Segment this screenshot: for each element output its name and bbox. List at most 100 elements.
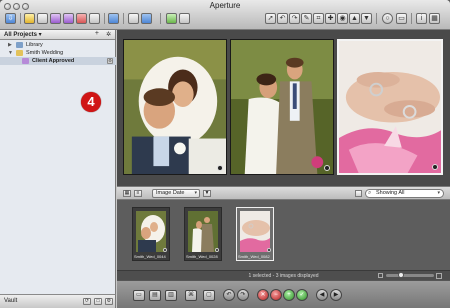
straighten-icon[interactable]: ✎	[301, 13, 312, 24]
tree-item-smith-wedding[interactable]: ▼ Smith Wedding	[0, 49, 116, 57]
show-browser-icon[interactable]: ▤	[149, 290, 161, 301]
browser-toolbar: ▦ ≡ Image Date ▾ ▼ ⌕ Showing All ▾	[117, 186, 450, 200]
zoom-in-icon[interactable]	[436, 273, 442, 279]
couple-photo-1	[124, 40, 226, 174]
red-eye-icon[interactable]: ◉	[337, 13, 348, 24]
callout-number-badge: 4	[81, 92, 101, 112]
compare-icon[interactable]	[128, 13, 139, 24]
viewer	[117, 30, 450, 186]
stack-icon[interactable]	[108, 13, 119, 24]
select-icon[interactable]: ✓	[296, 289, 308, 301]
couple-photo-2	[231, 40, 333, 174]
filter-icon[interactable]	[355, 190, 362, 197]
rotate-left-icon[interactable]: ↶	[223, 289, 235, 301]
disclosure-triangle-open-icon[interactable]: ▼	[8, 49, 13, 57]
search-icon: ⌕	[368, 190, 372, 196]
rotate-right-icon[interactable]: ↷	[289, 13, 300, 24]
list-view-icon[interactable]: ≡	[134, 190, 142, 197]
sort-ascending-icon[interactable]: ▼	[203, 190, 211, 197]
image-badge-icon	[267, 248, 271, 252]
sort-select[interactable]: Image Date ▾	[152, 189, 200, 198]
increase-rating-icon[interactable]: +	[283, 289, 295, 301]
import-icon[interactable]: ⇩	[5, 13, 16, 24]
search-select[interactable]: ⌕ Showing All ▾	[365, 189, 444, 198]
thumbnail-image	[136, 211, 166, 252]
show-viewer-icon[interactable]: ▭	[133, 290, 145, 301]
viewer-image-2[interactable]	[230, 39, 334, 175]
thumbnail-caption: Smith_Wed_0044	[134, 254, 166, 259]
tree-item-label: Smith Wedding	[26, 50, 64, 56]
thumbnail[interactable]: Smith_Wed_0028	[184, 207, 222, 261]
previous-image-icon[interactable]: ◀	[316, 289, 328, 301]
email-icon[interactable]	[141, 13, 152, 24]
viewer-image-3-selected[interactable]	[337, 39, 443, 175]
disclosure-triangle-icon[interactable]: ▶	[8, 41, 12, 49]
tree-item-library[interactable]: ▶ Library	[0, 41, 116, 49]
tree-item-client-approved[interactable]: Client Approved ⚙	[0, 57, 116, 65]
gear-icon[interactable]: ✲	[106, 31, 111, 38]
show-filmstrip-icon[interactable]: ▥	[165, 290, 177, 301]
spot-patch-icon[interactable]: ✚	[325, 13, 336, 24]
projects-panel: All Projects ▾ + ✲ ▶ Library ▼ Smith Wed…	[0, 30, 116, 294]
reject-icon[interactable]: ✕	[257, 289, 269, 301]
fullscreen-icon[interactable]: ▭	[396, 13, 407, 24]
new-project-icon[interactable]	[24, 13, 35, 24]
chevron-down-icon: ▾	[437, 190, 440, 196]
zoom-out-icon[interactable]	[378, 273, 383, 278]
control-bar: ▭ ▤ ▥ ⌘ ▢ ↶ ↷ ✕ − + ✓ ◀ ▶	[117, 280, 450, 308]
window-title: Aperture	[209, 1, 241, 10]
vault-bar: Vault ⟳ ▭ ⚙	[0, 294, 116, 308]
rotate-left-icon[interactable]: ↶	[277, 13, 288, 24]
library-icon	[16, 42, 23, 48]
chevron-down-icon: ▾	[194, 190, 197, 196]
thumbnail-caption: Smith_Wed_0082	[238, 254, 270, 259]
stamp-icon[interactable]: ▼	[361, 13, 372, 24]
loupe-icon[interactable]: ○	[382, 13, 393, 24]
vault-gear-icon[interactable]: ⚙	[105, 298, 113, 305]
select-tool-icon[interactable]: ➚	[265, 13, 276, 24]
smart-settings-icon[interactable]: ⚙	[107, 58, 113, 64]
new-album-icon[interactable]	[50, 13, 61, 24]
decrease-rating-icon[interactable]: −	[270, 289, 282, 301]
rotate-right-icon[interactable]: ↷	[237, 289, 249, 301]
rings-photo	[339, 41, 441, 173]
inspector-icon[interactable]: i	[416, 13, 427, 24]
thumbnail-caption: Smith_Wed_0028	[186, 254, 218, 259]
keyword-controls-icon[interactable]: ⌘	[185, 290, 197, 301]
toolbar: Aperture ⇩ ➚ ↶ ↷ ✎ ⌗ ✚ ◉ ▲ ▼ ○ ▭ i ▦	[0, 0, 450, 30]
crop-icon[interactable]: ⌗	[313, 13, 324, 24]
thumbnail-image	[240, 211, 270, 252]
vault-add-icon[interactable]: ▭	[94, 298, 102, 305]
browser-thumbnails: Smith_Wed_0044 Smith_Wed_0028 Smith_Wed_…	[117, 200, 450, 270]
project-icon	[16, 50, 23, 56]
slider-knob[interactable]	[398, 272, 404, 278]
viewer-image-1[interactable]	[123, 39, 227, 175]
image-badge-icon	[432, 164, 438, 170]
thumbnail-size-slider[interactable]	[386, 272, 434, 278]
export-icon[interactable]	[166, 13, 177, 24]
new-smart-album-icon[interactable]	[63, 13, 74, 24]
search-select-value: Showing All	[376, 190, 405, 196]
vault-update-icon[interactable]: ⟳	[83, 298, 91, 305]
new-folder-icon[interactable]	[37, 13, 48, 24]
image-badge-icon	[217, 165, 223, 171]
smart-album-icon	[22, 58, 29, 64]
lift-icon[interactable]: ▲	[349, 13, 360, 24]
thumbnail[interactable]: Smith_Wed_0044	[132, 207, 170, 261]
image-badge-icon	[215, 248, 219, 252]
vault-label: Vault	[4, 298, 18, 304]
web-gallery-icon[interactable]	[179, 13, 190, 24]
tree-item-label: Client Approved	[32, 58, 75, 64]
add-icon[interactable]: +	[95, 30, 99, 37]
multi-view-icon[interactable]: ▢	[203, 290, 215, 301]
thumbnail-selected[interactable]: Smith_Wed_0082	[236, 207, 274, 261]
grid-view-icon[interactable]: ▦	[123, 190, 131, 197]
projects-header: All Projects ▾ + ✲	[0, 30, 115, 40]
thumbnail-image	[188, 211, 218, 252]
next-image-icon[interactable]: ▶	[330, 289, 342, 301]
image-badge-icon	[324, 165, 330, 171]
adjustments-icon[interactable]: ▦	[429, 13, 440, 24]
new-book-icon[interactable]	[76, 13, 87, 24]
projects-filter-menu[interactable]: All Projects ▾	[4, 31, 42, 38]
light-table-icon[interactable]	[89, 13, 100, 24]
